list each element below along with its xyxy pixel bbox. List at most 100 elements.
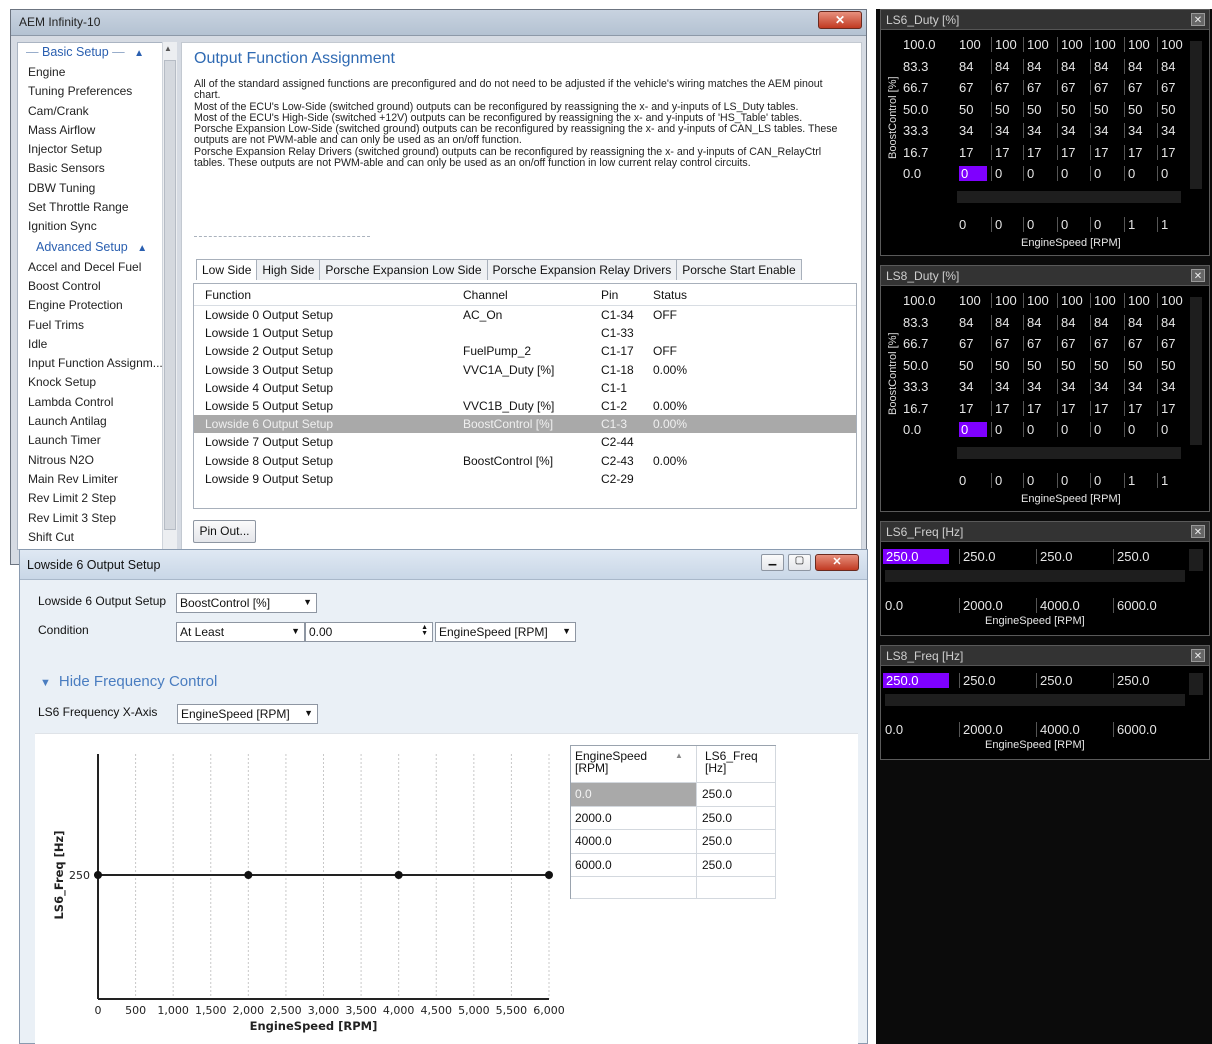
- duty-cell[interactable]: 67: [1124, 336, 1142, 351]
- maximize-button[interactable]: ▢: [788, 554, 811, 571]
- tab-porsche-relay-drivers[interactable]: Porsche Expansion Relay Drivers: [486, 259, 678, 280]
- nav-item[interactable]: Tuning Preferences: [18, 82, 176, 101]
- duty-cell[interactable]: 84: [1057, 314, 1075, 330]
- frequency-table-x-cell[interactable]: 2000.0: [571, 806, 697, 830]
- nav-item[interactable]: Cam/Crank: [18, 102, 176, 121]
- nav-item[interactable]: Injector Setup: [18, 140, 176, 159]
- duty-cell[interactable]: 67: [991, 336, 1009, 351]
- nav-item[interactable]: Lambda Control: [18, 393, 176, 412]
- duty-cell[interactable]: 50: [991, 101, 1009, 117]
- freq-cell[interactable]: 250.0: [1036, 673, 1073, 688]
- duty-cell[interactable]: 34: [959, 123, 973, 138]
- duty-cell[interactable]: 84: [1090, 58, 1108, 74]
- duty-cell[interactable]: 34: [1124, 123, 1142, 138]
- duty-cell[interactable]: 50: [959, 358, 973, 373]
- nav-item[interactable]: Rev Limit 2 Step: [18, 489, 176, 508]
- vertical-scrollbar[interactable]: [1190, 297, 1202, 445]
- duty-cell[interactable]: 50: [1023, 101, 1041, 117]
- duty-cell[interactable]: 17: [1090, 144, 1108, 160]
- duty-cell[interactable]: 100: [1023, 37, 1049, 52]
- spinner[interactable]: [1189, 673, 1203, 695]
- nav-item[interactable]: Basic Sensors: [18, 159, 176, 178]
- duty-cell[interactable]: 84: [991, 314, 1009, 330]
- duty-cell[interactable]: 67: [1124, 80, 1142, 95]
- nav-item[interactable]: Shift Cut: [18, 528, 176, 547]
- duty-cell[interactable]: 50: [1090, 101, 1108, 117]
- duty-cell[interactable]: 0: [1023, 166, 1034, 181]
- duty-cell[interactable]: 34: [1023, 123, 1041, 138]
- duty-cell[interactable]: 100: [959, 293, 981, 308]
- nav-item[interactable]: DBW Tuning: [18, 179, 176, 198]
- duty-cell[interactable]: 50: [1057, 101, 1075, 117]
- duty-cell[interactable]: 34: [991, 123, 1009, 138]
- tab-low-side[interactable]: Low Side: [196, 259, 258, 280]
- duty-cell[interactable]: 84: [959, 315, 973, 330]
- duty-cell[interactable]: 50: [991, 357, 1009, 373]
- frequency-table-x-cell[interactable]: 4000.0: [571, 830, 697, 854]
- duty-cell[interactable]: 0: [959, 422, 987, 437]
- frequency-table-y-cell[interactable]: 250.0: [697, 830, 776, 854]
- freq-cell[interactable]: 250.0: [959, 549, 996, 564]
- condition-number-input[interactable]: 0.00 ▲ ▼: [305, 622, 433, 642]
- duty-cell[interactable]: 34: [1057, 123, 1075, 138]
- duty-cell[interactable]: 0: [1090, 166, 1101, 181]
- table-row[interactable]: Lowside 6 Output Setup BoostControl [%] C1…: [194, 415, 856, 434]
- duty-cell[interactable]: 34: [991, 379, 1009, 394]
- duty-cell[interactable]: 50: [1157, 357, 1175, 373]
- column-header-status[interactable]: Status: [648, 288, 712, 302]
- table-row[interactable]: Lowside 7 Output Setup C2-44: [194, 433, 856, 451]
- freq-cell[interactable]: 250.0: [959, 673, 996, 688]
- duty-cell[interactable]: 100: [1057, 293, 1083, 308]
- duty-cell[interactable]: 17: [1023, 144, 1041, 160]
- frequency-table-x-cell[interactable]: 6000.0: [571, 853, 697, 877]
- duty-cell[interactable]: 100: [959, 37, 981, 52]
- nav-item[interactable]: Input Function Assignm...: [18, 354, 176, 373]
- nav-item[interactable]: Ignition Sync: [18, 217, 176, 236]
- close-icon[interactable]: ✕: [1191, 13, 1205, 26]
- column-header-channel[interactable]: Channel: [458, 288, 596, 302]
- vertical-scrollbar[interactable]: [1190, 41, 1202, 189]
- duty-cell[interactable]: 67: [1057, 80, 1075, 95]
- duty-cell[interactable]: 67: [1023, 336, 1041, 351]
- duty-cell[interactable]: 67: [1057, 336, 1075, 351]
- spinner-icon[interactable]: ▲ ▼: [421, 624, 428, 637]
- ls6-freq-grid[interactable]: 250.0 0.0 250.0 2000.0 250.0 4000.0 250.0 6000.…: [881, 543, 1209, 635]
- nav-item[interactable]: Knock Setup: [18, 373, 176, 392]
- freq-cell[interactable]: 250.0: [1113, 673, 1150, 688]
- ls8-freq-grid[interactable]: 250.0 0.0 250.0 2000.0 250.0 4000.0 250.0 6000.…: [881, 667, 1209, 759]
- nav-item[interactable]: Launch Antilag: [18, 412, 176, 431]
- close-icon[interactable]: ✕: [1191, 649, 1205, 662]
- duty-cell[interactable]: 34: [1090, 379, 1108, 394]
- duty-cell[interactable]: 17: [991, 400, 1009, 416]
- frequency-table-x-cell[interactable]: 0.0: [571, 783, 697, 807]
- duty-cell[interactable]: 100: [1157, 293, 1183, 308]
- duty-cell[interactable]: 50: [1023, 357, 1041, 373]
- nav-item[interactable]: Fuel Trims: [18, 316, 176, 335]
- duty-cell[interactable]: 84: [1124, 58, 1142, 74]
- duty-cell[interactable]: 100: [1090, 293, 1116, 308]
- frequency-table-empty-row[interactable]: [697, 877, 776, 899]
- duty-cell[interactable]: 84: [1023, 314, 1041, 330]
- duty-cell[interactable]: 100: [991, 293, 1017, 308]
- close-button[interactable]: ✕: [815, 554, 859, 571]
- close-icon[interactable]: ✕: [1191, 269, 1205, 282]
- duty-cell[interactable]: 100: [1124, 293, 1150, 308]
- duty-cell[interactable]: 84: [1157, 314, 1175, 330]
- duty-cell[interactable]: 17: [1157, 144, 1175, 160]
- frequency-table-y-cell[interactable]: 250.0: [697, 853, 776, 877]
- output-setup-select[interactable]: BoostControl [%] ▼: [176, 593, 317, 613]
- nav-item[interactable]: Rev Limit 3 Step: [18, 509, 176, 528]
- duty-cell[interactable]: 0: [991, 422, 1002, 437]
- freq-cell[interactable]: 250.0: [1036, 549, 1073, 564]
- tab-high-side[interactable]: High Side: [256, 259, 321, 280]
- freq-cell[interactable]: 250.0: [1113, 549, 1150, 564]
- duty-cell[interactable]: 17: [1157, 400, 1175, 416]
- frequency-table-y-cell[interactable]: 250.0: [697, 806, 776, 830]
- tab-porsche-start-enable[interactable]: Porsche Start Enable: [676, 259, 802, 280]
- chevron-up-icon[interactable]: ▲: [134, 48, 144, 59]
- duty-cell[interactable]: 67: [1157, 80, 1175, 95]
- duty-cell[interactable]: 67: [991, 80, 1009, 95]
- nav-item[interactable]: Idle: [18, 335, 176, 354]
- duty-cell[interactable]: 50: [1157, 101, 1175, 117]
- nav-item[interactable]: Nitrous N2O: [18, 451, 176, 470]
